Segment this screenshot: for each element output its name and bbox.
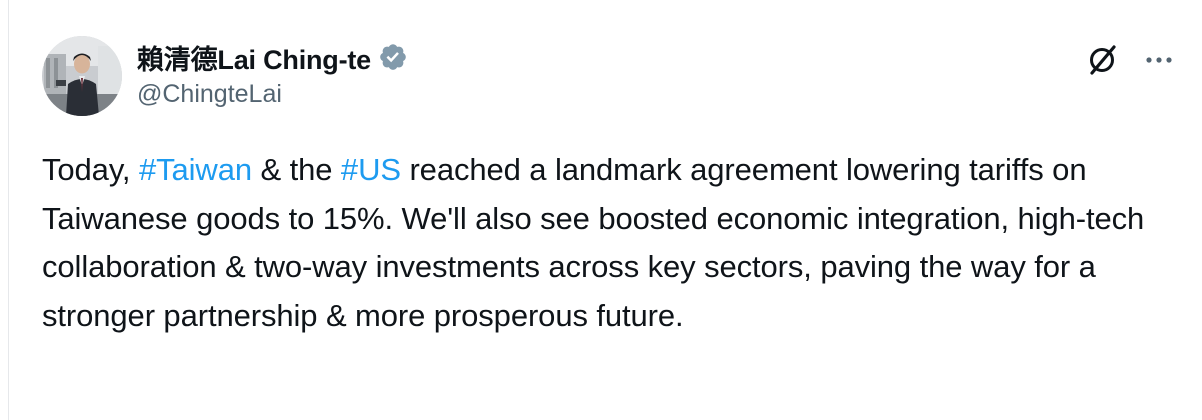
avatar-photo <box>42 36 122 116</box>
card-left-border <box>8 0 9 420</box>
author-handle[interactable]: @ChingteLai <box>137 80 282 109</box>
hashtag-link-us[interactable]: #US <box>341 152 401 187</box>
post-actions <box>1084 42 1176 78</box>
grok-icon[interactable] <box>1084 42 1120 78</box>
avatar[interactable] <box>42 36 122 116</box>
post-text: Today, #Taiwan & the #US reached a landm… <box>42 146 1167 340</box>
post-text-segment: Today, <box>42 152 139 187</box>
hashtag-link-taiwan[interactable]: #Taiwan <box>139 152 252 187</box>
post-text-segment: & the <box>252 152 341 187</box>
author-name-row: 賴清德Lai Ching-te <box>137 39 408 75</box>
verified-badge-icon[interactable] <box>378 42 408 72</box>
author-display-name[interactable]: 賴清德Lai Ching-te <box>137 38 371 77</box>
more-options-icon[interactable] <box>1142 43 1176 77</box>
